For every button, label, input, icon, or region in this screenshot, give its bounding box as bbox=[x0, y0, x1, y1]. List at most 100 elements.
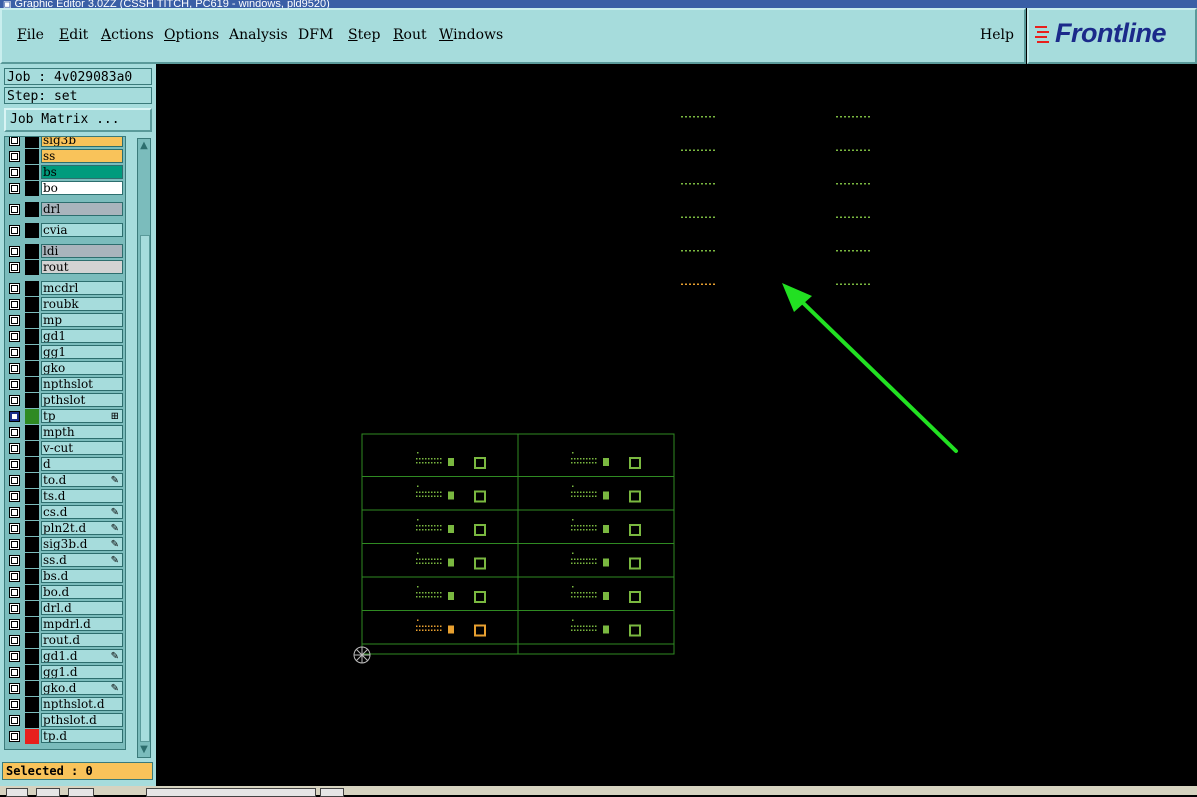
command-input[interactable] bbox=[146, 788, 316, 797]
layer-checkbox[interactable] bbox=[9, 443, 20, 454]
menu-file[interactable]: File bbox=[17, 27, 44, 43]
layer-color-swatch[interactable] bbox=[25, 137, 39, 148]
layer-checkbox[interactable] bbox=[9, 555, 20, 566]
layer-color-swatch[interactable] bbox=[25, 537, 39, 552]
layer-row-mp[interactable]: mp bbox=[5, 313, 125, 328]
layer-checkbox[interactable] bbox=[9, 347, 20, 358]
layer-name[interactable]: d bbox=[41, 457, 123, 471]
layer-row-ldi[interactable]: ldi bbox=[5, 244, 125, 259]
layer-color-swatch[interactable] bbox=[25, 553, 39, 568]
layer-checkbox[interactable] bbox=[9, 246, 20, 257]
layer-row-roubk[interactable]: roubk bbox=[5, 297, 125, 312]
layer-name[interactable]: v-cut bbox=[41, 441, 123, 455]
layer-checkbox[interactable] bbox=[9, 262, 20, 273]
layer-name[interactable]: drl.d bbox=[41, 601, 123, 615]
menu-actions[interactable]: Actions bbox=[101, 27, 154, 43]
layer-name[interactable]: cvia bbox=[41, 223, 123, 237]
menu-help[interactable]: Help bbox=[980, 27, 1014, 43]
layer-checkbox[interactable] bbox=[9, 183, 20, 194]
job-matrix-button[interactable]: Job Matrix ... bbox=[4, 108, 152, 132]
layer-checkbox[interactable] bbox=[9, 411, 20, 422]
layer-row-cvia[interactable]: cvia bbox=[5, 223, 125, 238]
layer-checkbox[interactable] bbox=[9, 137, 20, 146]
layer-name[interactable]: roubk bbox=[41, 297, 123, 311]
layer-checkbox[interactable] bbox=[9, 571, 20, 582]
layer-checkbox[interactable] bbox=[9, 315, 20, 326]
layer-checkbox[interactable] bbox=[9, 283, 20, 294]
layer-checkbox[interactable] bbox=[9, 523, 20, 534]
layer-name[interactable]: tp ⊞ bbox=[41, 409, 123, 423]
layer-color-swatch[interactable] bbox=[25, 441, 39, 456]
scroll-down-icon[interactable]: ▼ bbox=[138, 743, 150, 757]
layer-name[interactable]: rout bbox=[41, 260, 123, 274]
layer-name[interactable]: to.d ✎ bbox=[41, 473, 123, 487]
layer-color-swatch[interactable] bbox=[25, 457, 39, 472]
layer-checkbox[interactable] bbox=[9, 603, 20, 614]
layer-name[interactable]: mcdrl bbox=[41, 281, 123, 295]
graphic-canvas[interactable] bbox=[156, 64, 1197, 786]
layer-name[interactable]: mp bbox=[41, 313, 123, 327]
layer-color-swatch[interactable] bbox=[25, 297, 39, 312]
layer-color-swatch[interactable] bbox=[25, 489, 39, 504]
layer-row-mpth[interactable]: mpth bbox=[5, 425, 125, 440]
layer-color-swatch[interactable] bbox=[25, 345, 39, 360]
layer-name[interactable]: gg1 bbox=[41, 345, 123, 359]
layer-name[interactable]: ldi bbox=[41, 244, 123, 258]
layer-name[interactable]: gg1.d bbox=[41, 665, 123, 679]
layer-checkbox[interactable] bbox=[9, 331, 20, 342]
layer-checkbox[interactable] bbox=[9, 619, 20, 630]
layer-name[interactable]: ss bbox=[41, 149, 123, 163]
layer-name[interactable]: bs.d bbox=[41, 569, 123, 583]
job-field[interactable]: Job : 4v029083a0 bbox=[4, 68, 152, 85]
layer-color-swatch[interactable] bbox=[25, 649, 39, 664]
layer-checkbox[interactable] bbox=[9, 635, 20, 646]
layer-color-swatch[interactable] bbox=[25, 569, 39, 584]
layer-row-ts-d[interactable]: ts.d bbox=[5, 489, 125, 504]
layer-row-mpdrl-d[interactable]: mpdrl.d bbox=[5, 617, 125, 632]
layer-name[interactable]: ts.d bbox=[41, 489, 123, 503]
layer-color-swatch[interactable] bbox=[25, 165, 39, 180]
menu-windows[interactable]: Windows bbox=[439, 27, 503, 43]
layer-color-swatch[interactable] bbox=[25, 585, 39, 600]
layer-name[interactable]: gd1.d ✎ bbox=[41, 649, 123, 663]
layer-checkbox[interactable] bbox=[9, 699, 20, 710]
layer-checkbox[interactable] bbox=[9, 427, 20, 438]
layer-color-swatch[interactable] bbox=[25, 713, 39, 728]
layer-checkbox[interactable] bbox=[9, 459, 20, 470]
toolbar-button[interactable] bbox=[320, 788, 344, 797]
layer-name[interactable]: mpth bbox=[41, 425, 123, 439]
layer-row-rout[interactable]: rout bbox=[5, 260, 125, 275]
layer-name[interactable]: sig3b.d ✎ bbox=[41, 537, 123, 551]
layer-row-pthslot-d[interactable]: pthslot.d bbox=[5, 713, 125, 728]
layer-color-swatch[interactable] bbox=[25, 697, 39, 712]
layer-checkbox[interactable] bbox=[9, 204, 20, 215]
layer-color-swatch[interactable] bbox=[25, 281, 39, 296]
layer-row-pln2t-d[interactable]: pln2t.d ✎ bbox=[5, 521, 125, 536]
menu-rout[interactable]: Rout bbox=[393, 27, 427, 43]
layer-name[interactable]: npthslot bbox=[41, 377, 123, 391]
layer-scrollbar[interactable]: ▲ ▼ bbox=[137, 138, 151, 758]
layer-color-swatch[interactable] bbox=[25, 729, 39, 744]
layer-checkbox[interactable] bbox=[9, 167, 20, 178]
layer-checkbox[interactable] bbox=[9, 587, 20, 598]
menu-edit[interactable]: Edit bbox=[59, 27, 88, 43]
layer-name[interactable]: rout.d bbox=[41, 633, 123, 647]
layer-row-tp-d[interactable]: tp.d bbox=[5, 729, 125, 744]
layer-checkbox[interactable] bbox=[9, 299, 20, 310]
layer-color-swatch[interactable] bbox=[25, 202, 39, 217]
layer-checkbox[interactable] bbox=[9, 225, 20, 236]
layer-color-swatch[interactable] bbox=[25, 425, 39, 440]
layer-row-to-d[interactable]: to.d ✎ bbox=[5, 473, 125, 488]
layer-row-npthslot-d[interactable]: npthslot.d bbox=[5, 697, 125, 712]
layer-color-swatch[interactable] bbox=[25, 361, 39, 376]
layer-name[interactable]: mpdrl.d bbox=[41, 617, 123, 631]
layer-color-swatch[interactable] bbox=[25, 617, 39, 632]
layer-checkbox[interactable] bbox=[9, 651, 20, 662]
layer-name[interactable]: npthslot.d bbox=[41, 697, 123, 711]
layer-row-bo-d[interactable]: bo.d bbox=[5, 585, 125, 600]
menu-options[interactable]: Options bbox=[164, 27, 219, 43]
layer-color-swatch[interactable] bbox=[25, 601, 39, 616]
layer-row-npthslot[interactable]: npthslot bbox=[5, 377, 125, 392]
layer-name[interactable]: bs bbox=[41, 165, 123, 179]
board-view[interactable] bbox=[156, 64, 1197, 786]
